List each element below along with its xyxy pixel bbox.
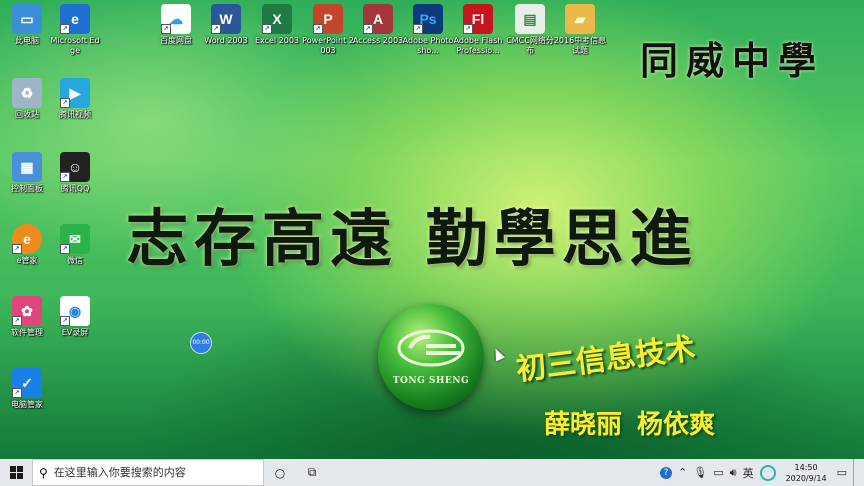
taskbar: ⚲ ○ ⧉ ? ⌃ 🎙︎ ▭ 🔊︎ 英 14:50 2020/9/14 ▭ (0, 459, 864, 486)
desktop-icon-edge[interactable]: e ↗ Microsoft Edge (48, 4, 102, 56)
task-view-icon: ⧉ (307, 465, 317, 479)
shield-icon: ✓ ↗ (12, 368, 42, 398)
desktop-icon-word[interactable]: W ↗ Word 2003 (199, 4, 253, 46)
recording-timer-badge[interactable]: 00:00 (190, 332, 212, 354)
word-icon: W ↗ (211, 4, 241, 34)
powerpoint-icon: P ↗ (313, 4, 343, 34)
shortcut-arrow-icon: ↗ (211, 24, 221, 34)
flash-icon: Fl ↗ (463, 4, 493, 34)
shortcut-arrow-icon: ↗ (60, 316, 70, 326)
help-icon[interactable]: ? (660, 466, 673, 479)
start-button[interactable] (0, 459, 32, 486)
notifications-icon[interactable]: ▭ (837, 466, 847, 479)
shortcut-arrow-icon: ↗ (60, 244, 70, 254)
volume-icon[interactable]: 🔊︎ (730, 466, 737, 480)
desktop-icon-control-panel[interactable]: ▦ 控制面板 (0, 152, 54, 194)
desktop-icon-cmcc[interactable]: ▤ CMCC网络分布 (503, 4, 557, 56)
shortcut-arrow-icon: ↗ (363, 24, 373, 34)
video-play-icon: ▶ ↗ (60, 78, 90, 108)
shortcut-arrow-icon: ↗ (262, 24, 272, 34)
e-manager-icon: e ↗ (12, 224, 42, 254)
screen-recorder-icon: ◉ ↗ (60, 296, 90, 326)
desktop-icon-folder-2016[interactable]: ▰ 2016中考信息试题 (553, 4, 607, 56)
shortcut-arrow-icon: ↗ (161, 24, 171, 34)
desktop-icon-software-manager[interactable]: ✿ ↗ 软件管理 (0, 296, 54, 338)
desktop-icon-recycle-bin[interactable]: ♻ 回收站 (0, 78, 54, 120)
school-logo-emblem: TONG SHENG (378, 304, 484, 410)
wallpaper-motto: 志存高遠 勤學思進 (126, 202, 698, 275)
search-icon: ⚲ (39, 465, 48, 480)
input-method-indicator[interactable]: 英 (743, 465, 754, 481)
wallpaper-school-name: 同威中學 (640, 38, 825, 83)
show-desktop-button[interactable] (853, 459, 858, 486)
mouse-cursor-icon (490, 346, 506, 362)
school-logo-text: TONG SHENG (392, 376, 470, 386)
qq-penguin-icon: ☺ ↗ (60, 152, 90, 182)
desktop-icon-e-manager[interactable]: e ↗ e管家 (0, 224, 54, 266)
photoshop-icon: Ps ↗ (413, 4, 443, 34)
network-ring-icon[interactable] (759, 464, 776, 481)
spreadsheet-file-icon: ▤ (515, 4, 545, 34)
shortcut-arrow-icon: ↗ (12, 388, 22, 398)
shortcut-arrow-icon: ↗ (60, 98, 70, 108)
taskbar-search-box[interactable]: ⚲ (32, 459, 264, 486)
desktop: ▭ 此电脑 e ↗ Microsoft Edge ☁ ↗ 百度网盘 W ↗ Word … (0, 0, 864, 459)
shortcut-arrow-icon: ↗ (12, 244, 22, 254)
desktop-icon-photoshop[interactable]: Ps ↗ Adobe Photosho... (401, 4, 455, 56)
software-manager-icon: ✿ ↗ (12, 296, 42, 326)
cortana-circle-icon: ○ (274, 465, 286, 480)
shortcut-arrow-icon: ↗ (12, 316, 22, 326)
windows-logo-icon (9, 466, 23, 479)
desktop-icon-access[interactable]: A ↗ Access 2003 (351, 4, 405, 46)
desktop-icon-tencent-video[interactable]: ▶ ↗ 腾讯视频 (48, 78, 102, 120)
wallpaper-subject-title: 初三信息技术 (514, 331, 698, 388)
edge-icon: e ↗ (60, 4, 90, 34)
battery-icon[interactable]: ▭ (713, 466, 723, 479)
task-view-button[interactable]: ⧉ (296, 459, 328, 486)
taskbar-search-input[interactable] (51, 465, 256, 480)
desktop-icon-powerpoint[interactable]: P ↗ PowerPoint 2003 (301, 4, 355, 56)
desktop-icon-qq[interactable]: ☺ ↗ 腾讯QQ (48, 152, 102, 194)
desktop-icon-wechat[interactable]: ✉ ↗ 微信 (48, 224, 102, 266)
access-icon: A ↗ (363, 4, 393, 34)
show-hidden-icons-chevron-icon[interactable]: ⌃ (678, 466, 687, 479)
cortana-button[interactable]: ○ (264, 459, 296, 486)
desktop-icon-this-pc[interactable]: ▭ 此电脑 (0, 4, 54, 46)
recycle-bin-icon: ♻ (12, 78, 42, 108)
desktop-icon-ev-recorder[interactable]: ◉ ↗ EV录屏 (48, 296, 102, 338)
clock-time: 14:50 (794, 462, 818, 472)
desktop-icon-baidu-netdisk[interactable]: ☁ ↗ 百度网盘 (149, 4, 203, 46)
shortcut-arrow-icon: ↗ (413, 24, 423, 34)
clock-date: 2020/9/14 (785, 473, 827, 483)
folder-icon: ▰ (565, 4, 595, 34)
desktop-icon-pc-manager[interactable]: ✓ ↗ 电脑管家 (0, 368, 54, 410)
shortcut-arrow-icon: ↗ (60, 24, 70, 34)
cloud-icon: ☁ ↗ (161, 4, 191, 34)
desktop-icon-excel[interactable]: X ↗ Excel 2003 (250, 4, 304, 46)
computer-icon: ▭ (12, 4, 42, 34)
shortcut-arrow-icon: ↗ (463, 24, 473, 34)
excel-icon: X ↗ (262, 4, 292, 34)
control-panel-icon: ▦ (12, 152, 42, 182)
school-logo-mark (397, 329, 465, 367)
microphone-icon[interactable]: 🎙︎ (693, 466, 707, 479)
taskbar-clock[interactable]: 14:50 2020/9/14 (786, 462, 827, 484)
system-tray: ? ⌃ 🎙︎ ▭ 🔊︎ 英 14:50 2020/9/14 ▭ (660, 459, 864, 486)
wallpaper-teacher-names: 薛晓丽 杨依爽 (544, 410, 716, 440)
desktop-icon-flash[interactable]: Fl ↗ Adobe Flash Professio... (451, 4, 505, 56)
shortcut-arrow-icon: ↗ (60, 172, 70, 182)
wechat-icon: ✉ ↗ (60, 224, 90, 254)
shortcut-arrow-icon: ↗ (313, 24, 323, 34)
